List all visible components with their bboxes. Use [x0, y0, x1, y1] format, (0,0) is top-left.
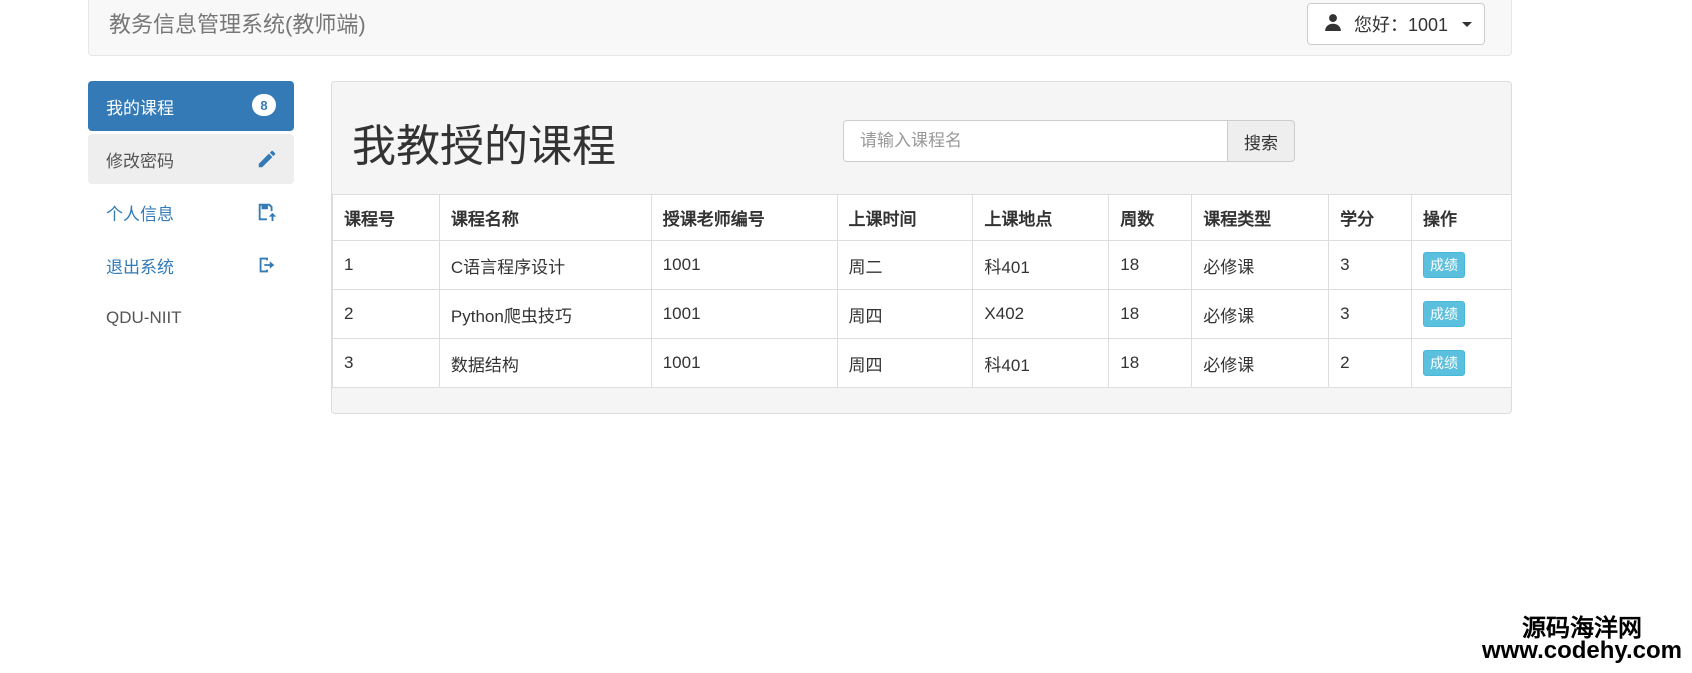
header-course-name: 课程名称: [438, 194, 652, 241]
user-dropdown-button[interactable]: 您好：1001: [1307, 3, 1485, 45]
header-weeks: 周数: [1108, 194, 1193, 241]
top-navbar: 教务信息管理系统(教师端) 您好：1001: [88, 0, 1512, 56]
sidebar: 我的课程 8 修改密码 个人信息 退出系统 QDU-NIIT: [88, 81, 294, 346]
sidebar-item-label: 个人信息: [106, 204, 174, 224]
cell-class-location: 科401: [972, 240, 1110, 290]
pencil-icon: [256, 148, 278, 170]
search-button[interactable]: 搜索: [1228, 120, 1295, 162]
sidebar-item-label: 退出系统: [106, 257, 174, 277]
cell-credits: 2: [1328, 338, 1413, 388]
cell-teacher-id: 1001: [650, 338, 838, 388]
save-upload-icon: [256, 201, 278, 223]
logout-icon: [256, 254, 278, 276]
courses-panel: 我教授的课程 搜索 课程号 课程名称 授课老师编号 上课时间 上课地点 周数 课…: [331, 81, 1512, 414]
header-actions: 操作: [1411, 194, 1511, 241]
user-icon: [1324, 13, 1342, 36]
sidebar-item-logout[interactable]: 退出系统: [88, 240, 294, 290]
cell-actions: 成绩: [1411, 240, 1511, 290]
sidebar-item-personal-info[interactable]: 个人信息: [88, 187, 294, 237]
cell-course-name: C语言程序设计: [438, 240, 652, 290]
cell-actions: 成绩: [1411, 289, 1511, 339]
cell-teacher-id: 1001: [650, 240, 838, 290]
table-row: 2 Python爬虫技巧 1001 周四 X402 18 必修课 3 成绩: [332, 289, 1511, 339]
header-class-time: 上课时间: [836, 194, 974, 241]
grades-button[interactable]: 成绩: [1423, 350, 1466, 376]
cell-weeks: 18: [1108, 338, 1193, 388]
app-brand[interactable]: 教务信息管理系统(教师端): [109, 7, 366, 39]
cell-course-id: 2: [332, 289, 440, 339]
header-course-type: 课程类型: [1191, 194, 1330, 241]
header-course-id: 课程号: [332, 194, 440, 241]
grades-button[interactable]: 成绩: [1423, 252, 1466, 278]
course-search-input[interactable]: [843, 120, 1228, 162]
table-row: 3 数据结构 1001 周四 科401 18 必修课 2 成绩: [332, 338, 1511, 388]
cell-course-type: 必修课: [1191, 240, 1330, 290]
page-title: 我教授的课程: [352, 121, 616, 172]
sidebar-item-label: 修改密码: [106, 151, 174, 171]
cell-credits: 3: [1328, 240, 1413, 290]
cell-teacher-id: 1001: [650, 289, 838, 339]
cell-course-name: Python爬虫技巧: [438, 289, 652, 339]
header-teacher-id: 授课老师编号: [650, 194, 838, 241]
sidebar-item-label: QDU-NIIT: [106, 308, 182, 327]
cell-course-type: 必修课: [1191, 289, 1330, 339]
sidebar-item-label: 我的课程: [106, 98, 174, 118]
cell-class-time: 周四: [836, 338, 974, 388]
cell-credits: 3: [1328, 289, 1413, 339]
header-credits: 学分: [1328, 194, 1413, 241]
cell-class-location: 科401: [972, 338, 1110, 388]
caret-down-icon: [1462, 21, 1473, 27]
cell-weeks: 18: [1108, 240, 1193, 290]
watermark: 源码海洋网 www.codehy.com: [1481, 617, 1682, 664]
grades-button[interactable]: 成绩: [1423, 301, 1466, 327]
cell-course-name: 数据结构: [438, 338, 652, 388]
cell-class-location: X402: [972, 289, 1110, 339]
cell-course-type: 必修课: [1191, 338, 1330, 388]
search-group: 搜索: [843, 120, 1295, 162]
sidebar-item-my-courses[interactable]: 我的课程 8: [88, 81, 294, 131]
table-row: 1 C语言程序设计 1001 周二 科401 18 必修课 3 成绩: [332, 240, 1511, 290]
cell-actions: 成绩: [1411, 338, 1511, 388]
table-header-row: 课程号 课程名称 授课老师编号 上课时间 上课地点 周数 课程类型 学分 操作: [332, 194, 1511, 241]
cell-class-time: 周四: [836, 289, 974, 339]
user-greeting: 您好：1001: [1354, 15, 1449, 35]
watermark-url: www.codehy.com: [1481, 637, 1682, 664]
cell-weeks: 18: [1108, 289, 1193, 339]
cell-course-id: 3: [332, 338, 440, 388]
courses-table: 课程号 课程名称 授课老师编号 上课时间 上课地点 周数 课程类型 学分 操作 …: [332, 194, 1511, 388]
sidebar-item-qdu-niit[interactable]: QDU-NIIT: [88, 293, 294, 343]
course-count-badge: 8: [252, 94, 276, 116]
header-class-location: 上课地点: [972, 194, 1110, 241]
cell-class-time: 周二: [836, 240, 974, 290]
sidebar-item-change-password[interactable]: 修改密码: [88, 134, 294, 184]
cell-course-id: 1: [332, 240, 440, 290]
